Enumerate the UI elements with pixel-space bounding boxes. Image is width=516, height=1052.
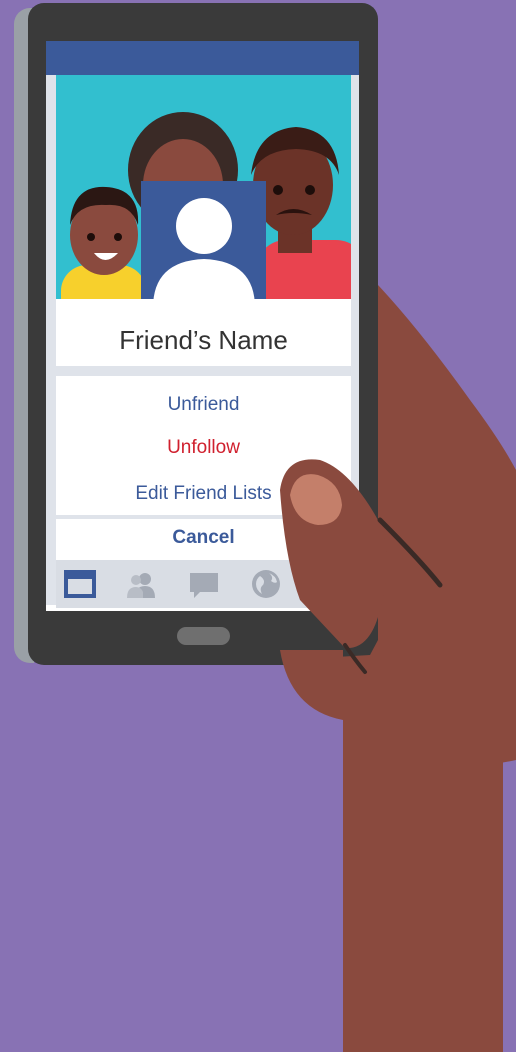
- hand-illustration: [280, 285, 516, 1052]
- palm-heel: [280, 650, 343, 720]
- illustration: Friend’s Name Unfriend Unfollow Edit Fri…: [0, 0, 516, 1052]
